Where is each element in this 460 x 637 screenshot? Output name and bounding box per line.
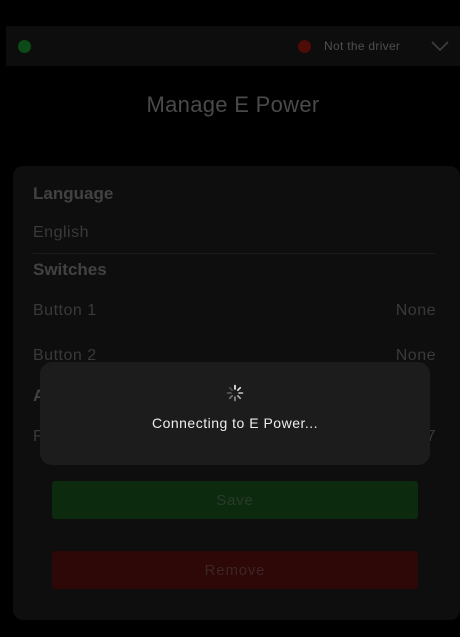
- page-title: Manage E Power: [146, 92, 320, 117]
- spinner-icon: [226, 384, 244, 402]
- button1-label[interactable]: Button 1: [33, 302, 97, 320]
- connection-indicator-icon: [18, 40, 31, 53]
- status-bar: Not the driver: [6, 26, 460, 66]
- remove-button[interactable]: Remove: [52, 551, 418, 589]
- button1-value[interactable]: None: [396, 302, 436, 320]
- chevron-down-icon[interactable]: [430, 38, 450, 54]
- driver-status-label[interactable]: Not the driver: [324, 39, 400, 53]
- driver-status-indicator-icon: [298, 40, 311, 53]
- save-button[interactable]: Save: [52, 481, 418, 519]
- language-value[interactable]: English: [33, 224, 89, 242]
- loading-message: Connecting to E Power...: [151, 415, 319, 431]
- loading-dialog: Connecting to E Power...: [40, 362, 430, 465]
- divider: [33, 253, 435, 254]
- top-band: [0, 0, 460, 26]
- switches-heading: Switches: [33, 260, 107, 279]
- language-heading: Language: [33, 184, 114, 203]
